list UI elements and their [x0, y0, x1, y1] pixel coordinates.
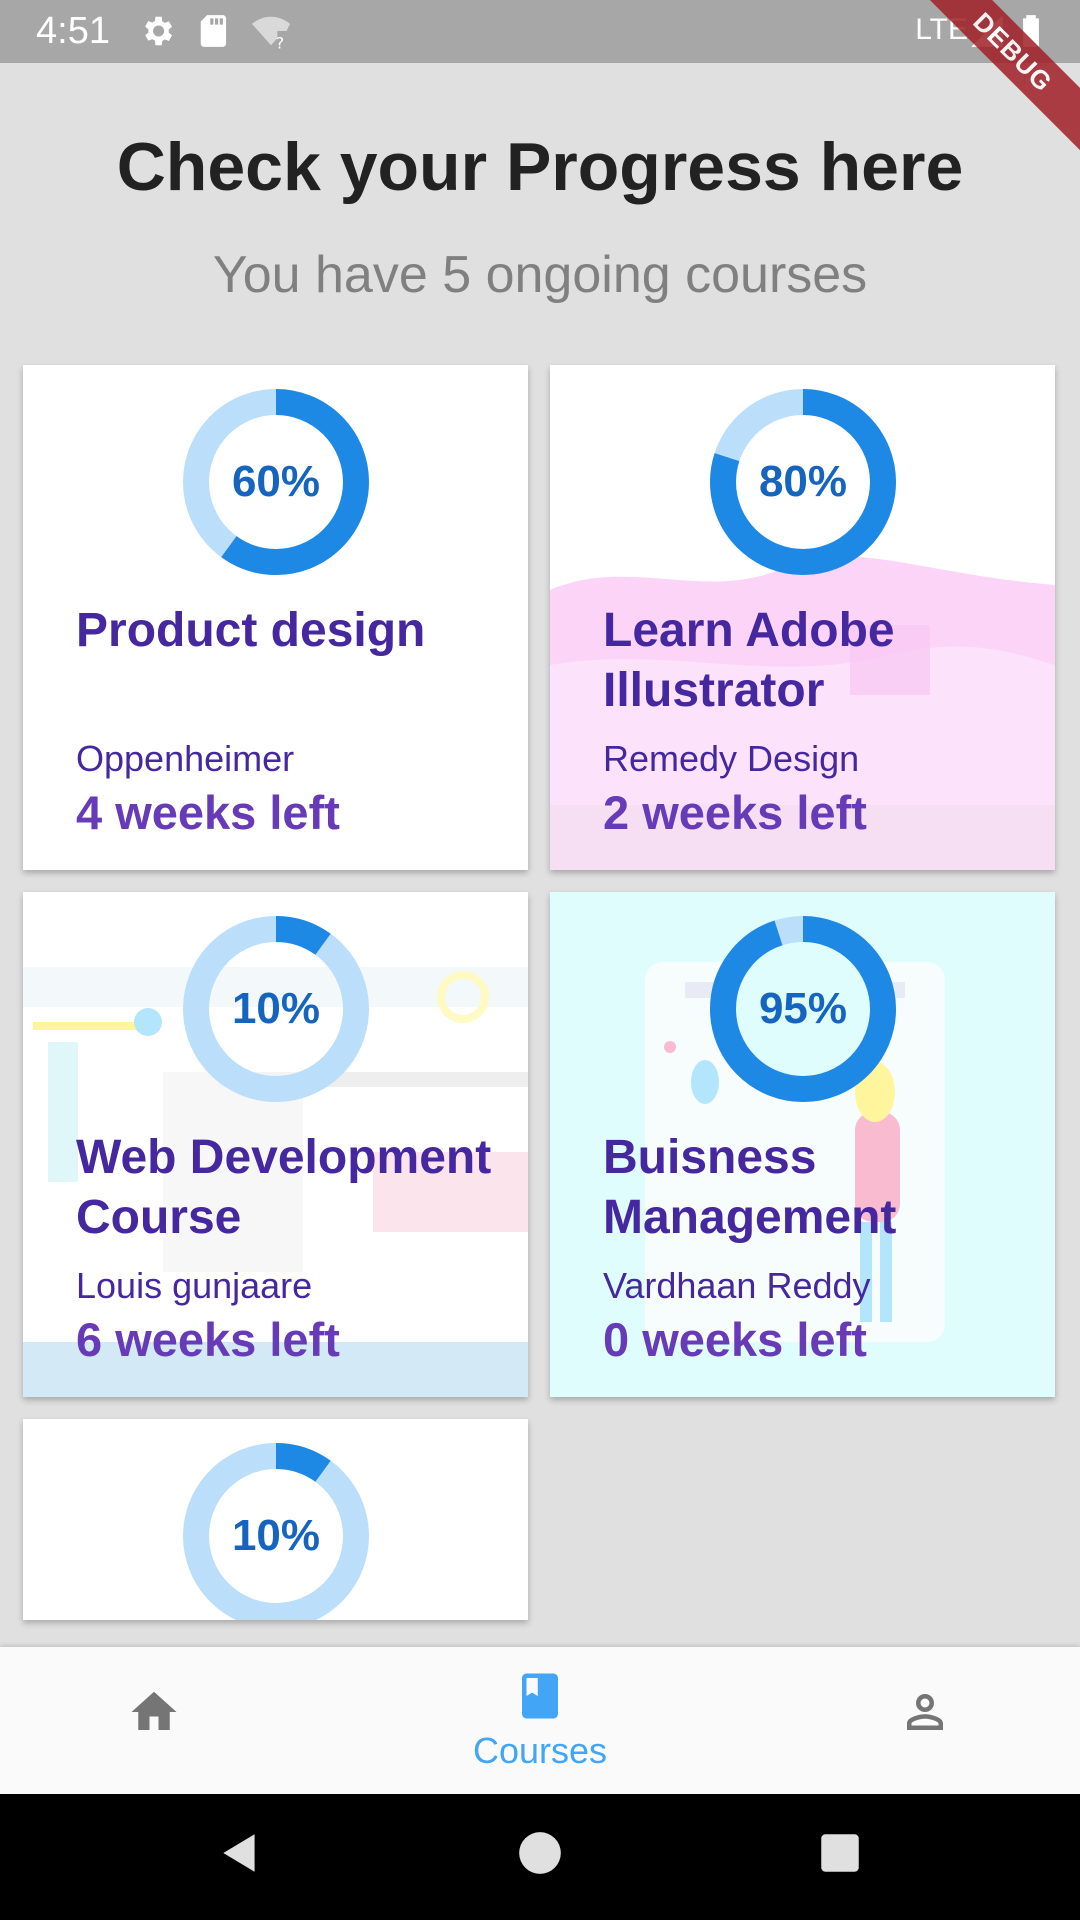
back-icon[interactable]: [215, 1828, 265, 1878]
course-card-web-development[interactable]: 10% Web Development Course Louis gunjaar…: [23, 892, 528, 1397]
progress-percent: 60%: [231, 457, 321, 506]
weeks-left: 2 weeks left: [603, 786, 867, 839]
system-navigation-bar: [0, 1794, 1080, 1920]
course-author: Oppenheimer: [76, 738, 295, 779]
home-icon: [131, 1691, 177, 1730]
recents-icon[interactable]: [815, 1828, 865, 1878]
nav-profile[interactable]: [825, 1647, 1025, 1794]
status-bar: 4:51 ? LTE: [0, 0, 1080, 63]
nav-courses[interactable]: Courses: [440, 1647, 640, 1794]
nav-courses-label: Courses: [472, 1730, 608, 1771]
bottom-navigation: Courses: [0, 1647, 1080, 1794]
wifi-unknown-icon: ?: [252, 16, 290, 50]
progress-percent: 80%: [758, 457, 848, 506]
sd-card-icon: [200, 15, 227, 47]
status-time: 4:51: [36, 10, 110, 52]
course-author: Louis gunjaare: [76, 1265, 313, 1306]
course-author: Vardhaan Reddy: [603, 1265, 871, 1306]
progress-percent: 95%: [758, 984, 848, 1033]
weeks-left: 6 weeks left: [76, 1313, 340, 1366]
nav-home[interactable]: [54, 1647, 254, 1794]
course-card-5[interactable]: 10%: [23, 1419, 528, 1620]
course-title: Buisness Management: [603, 1131, 897, 1244]
weeks-left: 0 weeks left: [603, 1313, 867, 1366]
book-icon: [522, 1673, 558, 1719]
course-title: Learn Adobe Illustrator: [603, 604, 895, 717]
progress-percent: 10%: [231, 1511, 321, 1560]
svg-text:?: ?: [276, 33, 284, 50]
person-icon: [907, 1694, 943, 1730]
course-card-product-design[interactable]: 60% Product design Oppenheimer 4 weeks l…: [23, 365, 528, 870]
course-title: Web Development Course: [76, 1131, 492, 1244]
home-button-icon[interactable]: [515, 1828, 565, 1878]
page-title: Check your Progress here: [116, 129, 964, 205]
course-title: Product design: [76, 604, 426, 657]
settings-icon: [145, 16, 173, 46]
weeks-left: 4 weeks left: [76, 786, 340, 839]
page-subtitle: You have 5 ongoing courses: [212, 246, 868, 304]
course-author: Remedy Design: [603, 738, 860, 779]
course-card-business-management[interactable]: 95% Buisness Management Vardhaan Reddy 0…: [550, 892, 1055, 1397]
progress-percent: 10%: [231, 984, 321, 1033]
course-card-adobe-illustrator[interactable]: 80% Learn Adobe Illustrator Remedy Desig…: [550, 365, 1055, 870]
